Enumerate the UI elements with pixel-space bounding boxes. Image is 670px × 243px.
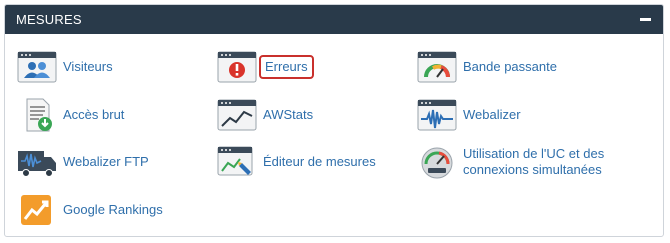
item-label: Visiteurs bbox=[63, 59, 113, 74]
item-raw-access[interactable]: Accès brut bbox=[17, 98, 124, 132]
item-label: Webalizer bbox=[463, 107, 521, 122]
item-label: Webalizer FTP bbox=[63, 154, 149, 169]
item-label: AWStats bbox=[263, 107, 314, 122]
item-label: Éditeur de mesures bbox=[263, 154, 376, 169]
bandwidth-icon bbox=[417, 50, 457, 84]
webalizer-ftp-icon bbox=[17, 145, 57, 179]
item-label: Accès brut bbox=[63, 107, 125, 122]
panel-title: MESURES bbox=[16, 12, 82, 27]
google-rankings-icon bbox=[17, 193, 57, 227]
webalizer-icon bbox=[417, 98, 457, 132]
item-label: Bande passante bbox=[463, 59, 557, 74]
metrics-editor-icon bbox=[217, 145, 257, 179]
item-metrics-editor[interactable]: Éditeur de mesures bbox=[217, 145, 376, 179]
item-errors[interactable]: Erreurs bbox=[217, 50, 314, 84]
item-cpu-usage[interactable]: Utilisation de l'UC et des connexions si… bbox=[417, 145, 613, 179]
item-visitors[interactable]: Visiteurs bbox=[17, 50, 113, 84]
item-label: Erreurs bbox=[259, 55, 314, 79]
item-label: Google Rankings bbox=[63, 202, 163, 217]
minus-icon bbox=[639, 18, 651, 21]
item-bandwidth[interactable]: Bande passante bbox=[417, 50, 557, 84]
cpu-usage-icon bbox=[417, 145, 457, 179]
panel-header[interactable]: MESURES bbox=[5, 5, 663, 34]
item-google-rankings[interactable]: Google Rankings bbox=[17, 193, 163, 227]
item-webalizer[interactable]: Webalizer bbox=[417, 98, 521, 132]
error-icon bbox=[217, 50, 257, 84]
visitors-icon bbox=[17, 50, 57, 84]
item-webalizer-ftp[interactable]: Webalizer FTP bbox=[17, 145, 149, 179]
awstats-icon bbox=[217, 98, 257, 132]
collapse-button[interactable] bbox=[637, 12, 653, 28]
item-label: Utilisation de l'UC et des connexions si… bbox=[463, 146, 605, 177]
metrics-panel: MESURES Visiteurs Erreurs Bande passante… bbox=[4, 4, 664, 237]
raw-access-icon bbox=[17, 98, 57, 132]
item-awstats[interactable]: AWStats bbox=[217, 98, 313, 132]
